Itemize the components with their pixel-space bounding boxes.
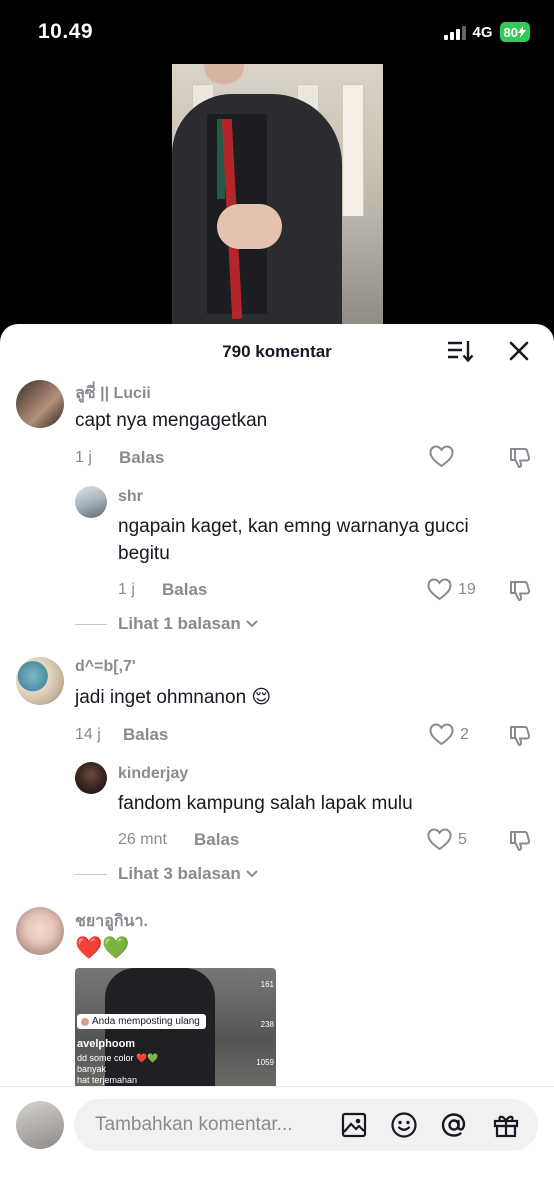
comment-input[interactable]: Tambahkan komentar... — [74, 1099, 538, 1151]
reply-button[interactable]: Balas — [162, 580, 207, 600]
avatar[interactable] — [75, 486, 107, 518]
like-count: 5 — [458, 830, 467, 848]
charging-bolt-icon — [518, 26, 526, 38]
view-more-replies-label: Lihat 3 balasan — [118, 864, 241, 883]
comment-text: capt nya mengagetkan — [75, 410, 268, 431]
view-more-replies[interactable]: Lihat 1 balasan — [75, 614, 259, 634]
heart-icon — [427, 578, 452, 601]
view-more-replies[interactable]: Lihat 3 balasan — [75, 864, 259, 884]
comments-sheet: 790 komentar ลูซี่ || Lucii capt nya men… — [0, 324, 554, 1199]
comment-placeholder: Tambahkan komentar... — [95, 1114, 293, 1135]
thumbnail-comments: 238 — [260, 1020, 274, 1029]
gift-icon[interactable] — [492, 1111, 520, 1139]
status-bar: 10.49 4G 80 — [0, 0, 554, 64]
like-button[interactable]: 2 — [429, 723, 469, 746]
reply-text-line1: ngapain kaget, kan emng warnanya gucci — [118, 516, 469, 537]
emoji-icon[interactable] — [390, 1111, 418, 1139]
like-button[interactable]: 5 — [427, 828, 467, 851]
comment-text: ❤️💚 — [75, 935, 130, 960]
reply-time: 26 mnt — [118, 831, 167, 848]
avatar[interactable] — [16, 380, 64, 428]
thumbnail-username: avelphoom — [77, 1038, 136, 1050]
battery-icon: 80 — [499, 22, 530, 42]
reposted-video-thumbnail[interactable]: Anda memposting ulang avelphoom dd some … — [75, 968, 276, 1088]
like-button[interactable] — [429, 445, 454, 468]
comment-time: 1 j — [75, 449, 92, 466]
reply-button[interactable]: Balas — [119, 448, 164, 468]
avatar[interactable] — [16, 907, 64, 955]
view-more-replies-label: Lihat 1 balasan — [118, 614, 241, 633]
status-time: 10.49 — [38, 20, 94, 43]
at-icon[interactable] — [440, 1111, 468, 1139]
chevron-down-icon — [246, 620, 258, 628]
like-count: 19 — [458, 580, 476, 598]
comment-text: jadi inget ohmnanon 😌 — [75, 687, 272, 708]
dislike-icon[interactable] — [508, 579, 532, 603]
like-count: 2 — [460, 725, 469, 743]
close-icon[interactable] — [506, 338, 532, 364]
thumbnail-shares: 1059 — [256, 1058, 274, 1067]
chevron-down-icon — [246, 870, 258, 878]
comment-username[interactable]: ชยาอูกินา. — [75, 909, 148, 934]
reply-button[interactable]: Balas — [194, 830, 239, 850]
reply-button[interactable]: Balas — [123, 725, 168, 745]
dislike-icon[interactable] — [508, 829, 532, 853]
comment-input-bar: Tambahkan komentar... — [0, 1086, 554, 1199]
thumbnail-likes: 161 — [260, 980, 274, 989]
reply-text: fandom kampung salah lapak mulu — [118, 793, 413, 814]
status-indicators: 4G 80 — [443, 22, 530, 42]
avatar[interactable] — [16, 657, 64, 705]
caption-line: banyak — [77, 1064, 107, 1074]
signal-icon — [443, 25, 466, 40]
sheet-header: 790 komentar — [0, 324, 554, 378]
thumbnail-caption: dd some color ❤️💚 banyak hat terjemahan — [77, 1053, 158, 1086]
dislike-icon[interactable] — [508, 446, 532, 470]
comment-username[interactable]: d^=b[,7' — [75, 658, 136, 676]
user-avatar[interactable] — [16, 1101, 64, 1149]
image-icon[interactable] — [340, 1111, 368, 1139]
like-button[interactable]: 19 — [427, 578, 476, 601]
repost-label: Anda memposting ulang — [92, 1016, 200, 1027]
avatar[interactable] — [75, 762, 107, 794]
sort-icon[interactable] — [446, 338, 474, 364]
video-preview[interactable] — [172, 64, 383, 326]
comment-username[interactable]: ลูซี่ || Lucii — [75, 381, 151, 406]
reply-time: 1 j — [118, 581, 135, 598]
reply-username[interactable]: kinderjay — [118, 765, 188, 783]
heart-icon — [429, 723, 454, 746]
reply-text-line2: begitu — [118, 543, 170, 564]
caption-line: dd some color ❤️💚 — [77, 1053, 159, 1063]
reply-username[interactable]: shr — [118, 488, 143, 506]
dislike-icon[interactable] — [508, 724, 532, 748]
caption-line: hat terjemahan — [77, 1075, 138, 1085]
comment-time: 14 j — [75, 726, 101, 743]
heart-icon — [427, 828, 452, 851]
repost-badge: Anda memposting ulang — [77, 1014, 206, 1029]
heart-icon — [429, 445, 454, 468]
battery-level: 80 — [503, 24, 518, 40]
network-label: 4G — [472, 23, 493, 41]
